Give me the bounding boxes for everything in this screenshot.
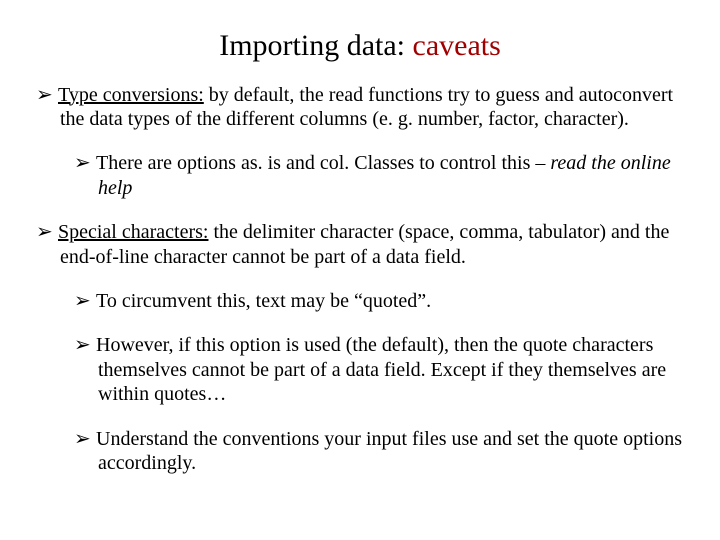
bullet-type-conversions: ➢Type conversions: by default, the read …: [36, 83, 684, 132]
bullet-arrow-icon: ➢: [36, 220, 58, 244]
bullet-arrow-icon: ➢: [36, 83, 58, 107]
bullet-arrow-icon: ➢: [74, 151, 96, 175]
bullet-lead-underlined: Type conversions:: [58, 84, 204, 106]
sub-quoted: ➢To circumvent this, text may be “quoted…: [74, 289, 684, 313]
sub-text: However, if this option is used (the def…: [96, 334, 666, 405]
bullet-arrow-icon: ➢: [74, 289, 96, 313]
sub-text: There are options as. is and col. Classe…: [96, 152, 550, 174]
sub-understand: ➢Understand the conventions your input f…: [74, 427, 684, 476]
title-part1: Importing data:: [219, 29, 405, 62]
sub-text: Understand the conventions your input fi…: [96, 428, 682, 474]
bullet-lead-underlined: Special characters:: [58, 221, 208, 243]
slide-title: Importing data: caveats: [36, 28, 684, 65]
sub-text: To circumvent this, text may be “quoted”…: [96, 290, 431, 312]
sub-asis-colclasses: ➢There are options as. is and col. Class…: [74, 151, 684, 200]
title-part2: caveats: [405, 29, 501, 62]
bullet-special-characters: ➢Special characters: the delimiter chara…: [36, 220, 684, 269]
bullet-arrow-icon: ➢: [74, 427, 96, 451]
bullet-arrow-icon: ➢: [74, 333, 96, 357]
sub-however: ➢However, if this option is used (the de…: [74, 333, 684, 406]
